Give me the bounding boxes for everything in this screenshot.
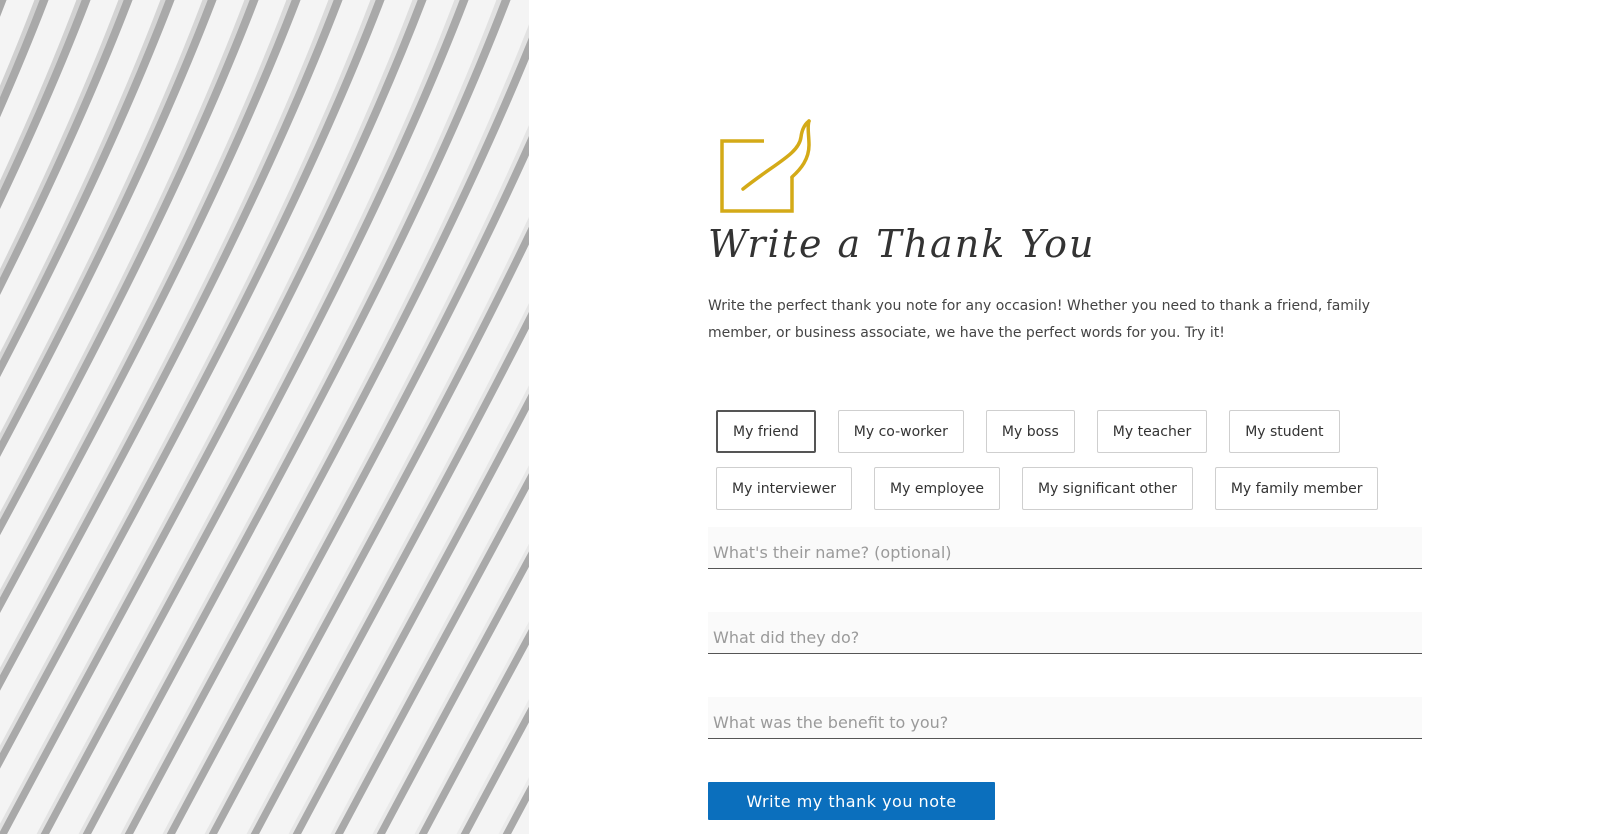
recipient-option-teacher[interactable]: My teacher <box>1096 410 1208 453</box>
benefit-input[interactable] <box>708 697 1422 739</box>
main-content: Write a Thank You Write the perfect than… <box>708 0 1428 834</box>
recipient-option-student[interactable]: My student <box>1229 410 1340 453</box>
page: Write a Thank You Write the perfect than… <box>0 0 1600 834</box>
recipient-option-employee[interactable]: My employee <box>874 467 1000 510</box>
recipient-option-family-member[interactable]: My family member <box>1214 467 1379 510</box>
recipient-row: My friend My co-worker My boss My teache… <box>716 410 1416 453</box>
recipient-option-significant-other[interactable]: My significant other <box>1021 467 1193 510</box>
recipient-row: My interviewer My employee My significan… <box>716 467 1416 510</box>
wave-pattern <box>0 0 529 834</box>
recipient-option-interviewer[interactable]: My interviewer <box>716 467 853 510</box>
decorative-wave-image <box>0 0 529 834</box>
note-pen-icon <box>719 119 819 219</box>
page-description: Write the perfect thank you note for any… <box>708 298 1371 341</box>
recipient-options: My friend My co-worker My boss My teache… <box>716 410 1416 524</box>
recipient-option-co-worker[interactable]: My co-worker <box>837 410 964 453</box>
name-input[interactable] <box>708 527 1422 569</box>
page-title: Write a Thank You <box>708 222 1096 266</box>
recipient-option-friend[interactable]: My friend <box>716 410 816 453</box>
what-did-they-do-input[interactable] <box>708 612 1422 654</box>
recipient-option-boss[interactable]: My boss <box>985 410 1075 453</box>
write-note-button[interactable]: Write my thank you note <box>708 782 995 820</box>
